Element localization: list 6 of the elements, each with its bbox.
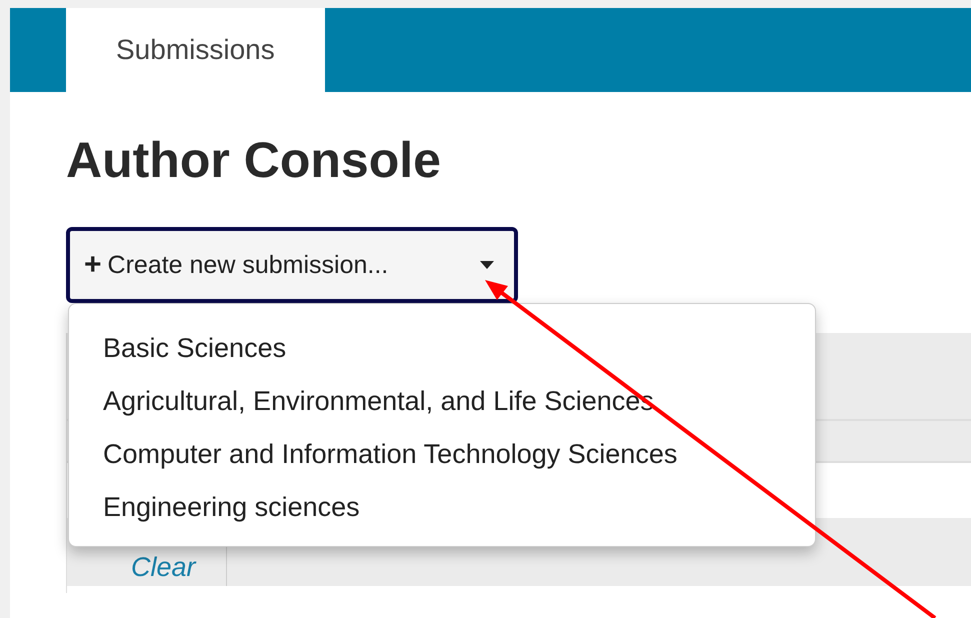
menu-item[interactable]: Basic Sciences [69, 322, 815, 375]
menu-item[interactable]: Computer and Information Technology Sciences [69, 428, 815, 481]
tab[interactable]: Submissions [66, 8, 325, 92]
create-submission-button[interactable]: + Create new submission... [66, 227, 518, 303]
page-title: Author Console [66, 131, 442, 190]
caret-icon [480, 261, 494, 269]
